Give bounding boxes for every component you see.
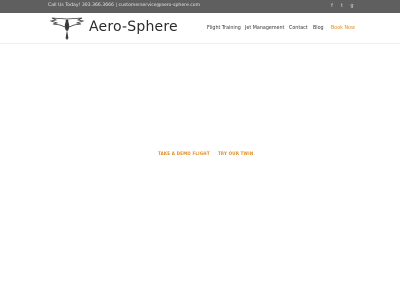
demo-flight-link[interactable]: TAKE A DEMO FLIGHT xyxy=(158,151,210,156)
nav-jet-management[interactable]: Jet Management xyxy=(245,26,284,31)
winged-logo-icon[interactable] xyxy=(48,15,86,41)
twitter-icon[interactable]: t xyxy=(338,2,346,10)
google-plus-icon[interactable]: g xyxy=(348,2,356,10)
nav-blog[interactable]: Blog xyxy=(313,26,324,31)
nav-contact[interactable]: Contact xyxy=(289,26,308,31)
nav-book-now[interactable]: Book Now xyxy=(331,26,355,31)
brand-name[interactable]: Aero-Sphere xyxy=(89,19,178,35)
try-our-twin-link[interactable]: TRY OUR TWIN xyxy=(218,151,253,156)
top-bar: Call Us Today! 303.366.3666 | customerse… xyxy=(0,0,400,13)
nav-flight-training[interactable]: Flight Training xyxy=(207,26,241,31)
hero-section xyxy=(0,44,400,300)
facebook-icon[interactable]: f xyxy=(328,2,336,10)
contact-info: Call Us Today! 303.366.3666 | customerse… xyxy=(48,3,201,8)
